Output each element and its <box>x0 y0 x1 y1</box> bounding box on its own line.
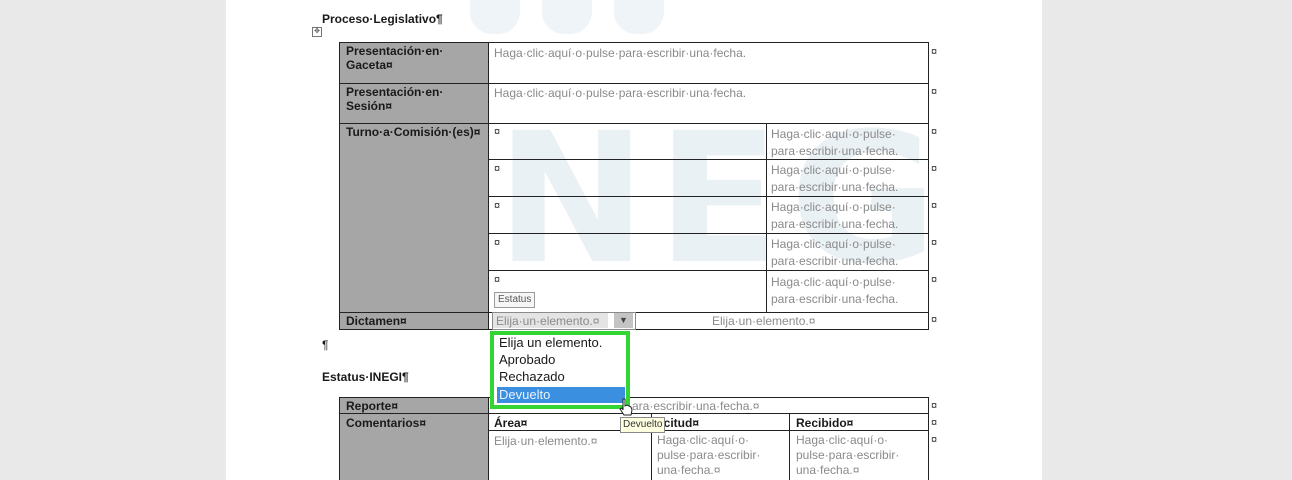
row-end-mark: ¤ <box>931 434 938 446</box>
row-end-mark: ¤ <box>931 274 938 286</box>
row-end-mark: ¤ <box>931 417 938 429</box>
comision-cell[interactable]: ¤ <box>494 274 500 286</box>
label-presentacion-gaceta: Presentación·en· Gaceta¤ <box>346 44 444 72</box>
section-heading: Proceso·Legislativo¶ <box>322 12 443 26</box>
move-anchor-icon[interactable]: ✥ <box>312 27 322 37</box>
hand-cursor-icon <box>619 398 633 416</box>
estatus-inegi-heading: Estatus·INEGI¶ <box>322 370 409 384</box>
label-presentacion-sesion: Presentación·en· Sesión¤ <box>346 85 444 113</box>
row-end-mark: ¤ <box>931 314 938 326</box>
row-end-mark: ¤ <box>931 200 938 212</box>
fecha-field-turno[interactable]: Haga·clic·aquí·o·pulse· para·escribir·una… <box>771 162 898 196</box>
col-header-recibido: Recibido¤ <box>796 416 854 430</box>
dictamen-dropdown-list: Elija un elemento. Aprobado Rechazado De… <box>490 331 630 409</box>
fecha-field-turno[interactable]: Haga·clic·aquí·o·pulse· para·escribir·una… <box>771 126 898 160</box>
label-reporte: Reporte¤ <box>346 399 399 413</box>
dropdown-option[interactable]: Elija un elemento. <box>497 335 625 351</box>
label-turno-comision: Turno·a·Comisión·(es)¤ <box>346 125 481 139</box>
dropdown-option[interactable]: Rechazado <box>497 369 625 385</box>
row-end-mark: ¤ <box>931 237 938 249</box>
option-tooltip: Devuelto <box>620 417 666 433</box>
dictamen-value[interactable]: Elija·un·elemento.¤ <box>496 314 599 328</box>
label-cell-bg <box>340 124 488 312</box>
chevron-down-icon[interactable]: ▼ <box>614 313 633 328</box>
content-control-tag[interactable]: Estatus <box>494 292 536 308</box>
comision-cell[interactable]: ¤ <box>494 126 500 138</box>
fecha-field-turno[interactable]: Haga·clic·aquí·o·pulse· para·escribir·una… <box>771 199 898 233</box>
fecha-field-reporte[interactable]: ara·escribir·una·fecha.¤ <box>632 399 759 413</box>
row-end-mark: ¤ <box>931 400 938 412</box>
row-end-mark: ¤ <box>931 86 938 98</box>
row-end-mark: ¤ <box>931 46 938 58</box>
dictamen-value-2[interactable]: Elija·un·elemento.¤ <box>712 314 815 328</box>
fecha-field-gaceta[interactable]: Haga·clic·aquí·o·pulse·para·escribir·una… <box>494 46 746 60</box>
fecha-field-sesion[interactable]: Haga·clic·aquí·o·pulse·para·escribir·una… <box>494 86 746 100</box>
row-end-mark: ¤ <box>931 126 938 138</box>
comision-cell[interactable]: ¤ <box>494 200 500 212</box>
comision-cell[interactable]: ¤ <box>494 237 500 249</box>
dropdown-option-selected[interactable]: Devuelto <box>497 387 625 403</box>
dropdown-option[interactable]: Aprobado <box>497 352 625 368</box>
area-select[interactable]: Elija·un·elemento.¤ <box>494 434 597 448</box>
row-end-mark: ¤ <box>931 163 938 175</box>
comision-cell[interactable]: ¤ <box>494 163 500 175</box>
fecha-field-recibido[interactable]: Haga·clic·aquí·o· pulse·para·escribir· una… <box>796 433 899 478</box>
paragraph-mark: ¶ <box>322 338 329 352</box>
label-comentarios: Comentarios¤ <box>346 416 427 430</box>
fecha-field-solicitud[interactable]: Haga·clic·aquí·o· pulse·para·escribir· una… <box>657 433 760 478</box>
fecha-field-turno[interactable]: Haga·clic·aquí·o·pulse· para·escribir·una… <box>771 236 898 270</box>
label-dictamen: Dictamen¤ <box>346 314 407 328</box>
col-header-area: Área¤ <box>494 416 528 430</box>
fecha-field-turno[interactable]: Haga·clic·aquí·o·pulse· para·escribir·una… <box>771 274 898 308</box>
